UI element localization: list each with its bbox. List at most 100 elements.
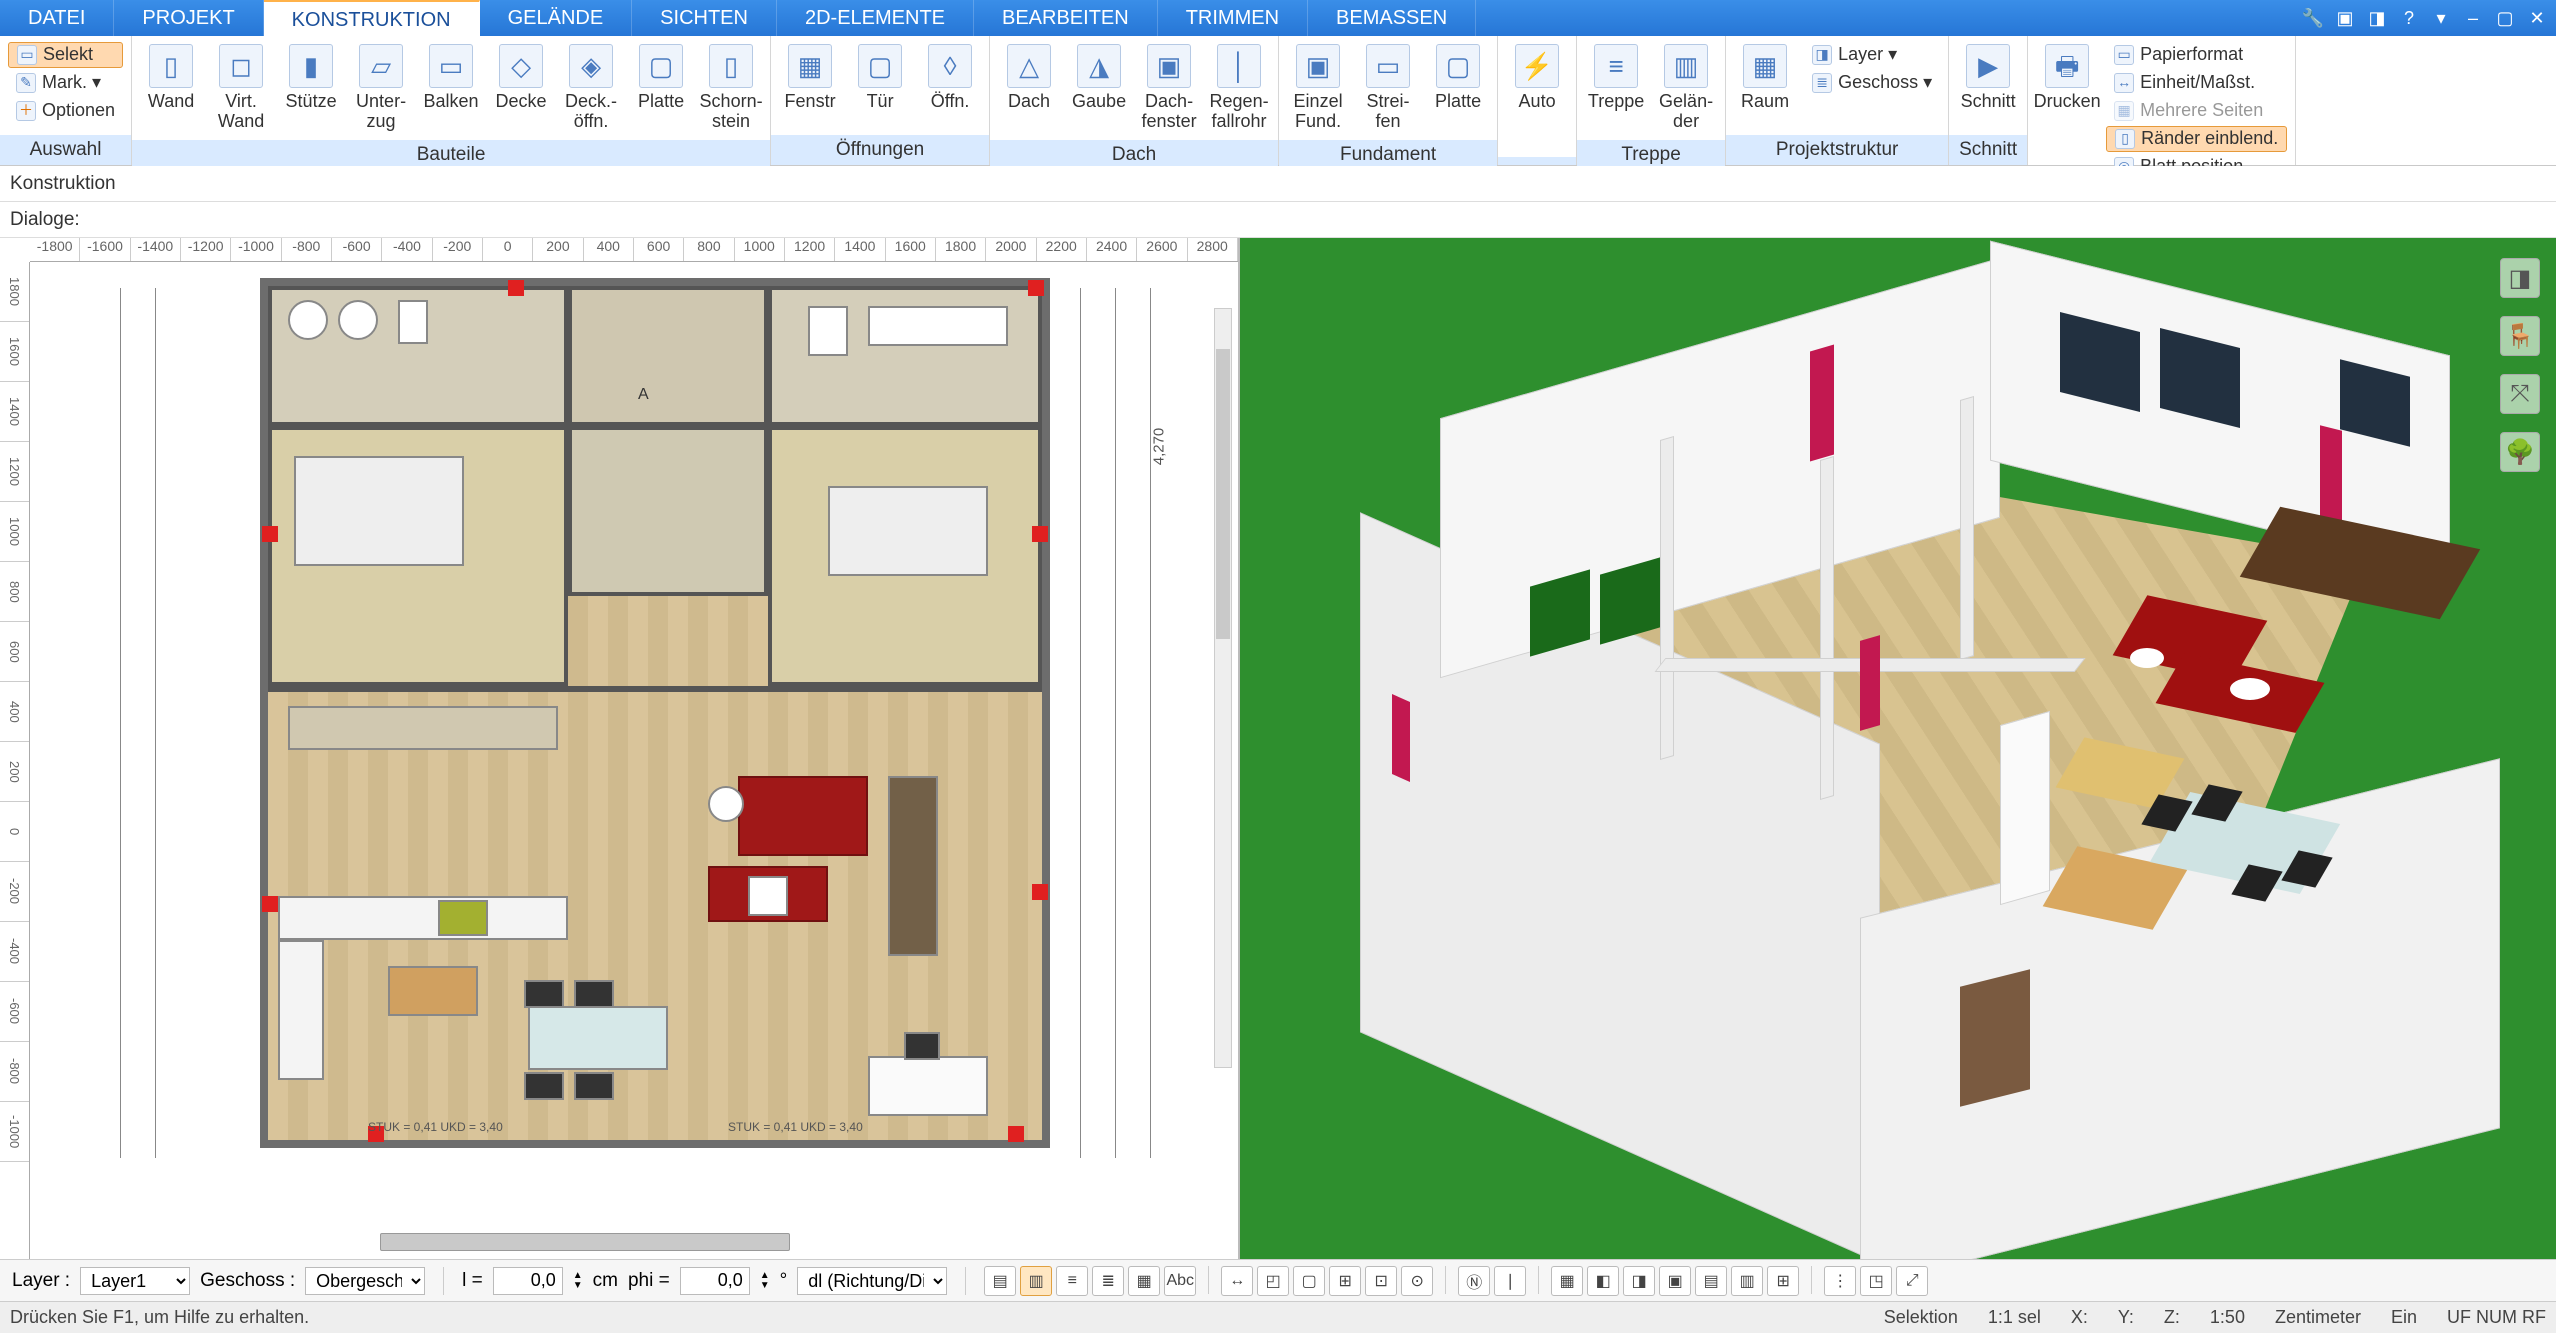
ribbon-einheit[interactable]: ↔Einheit/Maßst.: [2106, 70, 2287, 96]
wardrobe: [288, 706, 558, 750]
ribbon-options[interactable]: ＋Optionen: [8, 98, 123, 124]
room-closet: [568, 426, 768, 596]
scrollbar-vertical[interactable]: [1214, 308, 1232, 1068]
tab-trimmen[interactable]: TRIMMEN: [1158, 0, 1308, 36]
toolbar-icon-4[interactable]: ▦: [1128, 1266, 1160, 1296]
ribbon-papierformat[interactable]: ▭Papierformat: [2106, 42, 2287, 68]
toolbar-icon-2[interactable]: ≡: [1056, 1266, 1088, 1296]
toolbar-icon-10[interactable]: ⊡: [1365, 1266, 1397, 1296]
toolbar-icon-22[interactable]: ◳: [1860, 1266, 1892, 1296]
toolbar-icon-12[interactable]: Ⓝ: [1458, 1266, 1490, 1296]
toolbar-icon-21[interactable]: ⋮: [1824, 1266, 1856, 1296]
tool-icon[interactable]: 🔧: [2300, 5, 2326, 31]
cascade-icon[interactable]: ◨: [2364, 5, 2390, 31]
door: [1960, 969, 2030, 1106]
sink-icon: [338, 300, 378, 340]
tab-sichten[interactable]: SICHTEN: [632, 0, 777, 36]
chair: [574, 980, 614, 1008]
dropdown-icon[interactable]: ▾: [2428, 5, 2454, 31]
ribbon-dach[interactable]: △Dach: [996, 40, 1062, 116]
geschoss-select[interactable]: Obergesche: [305, 1267, 425, 1295]
ribbon-mark[interactable]: ✎Mark. ▾: [8, 70, 123, 96]
tab-bearbeiten[interactable]: BEARBEITEN: [974, 0, 1158, 36]
toolbar-icon-5[interactable]: Abc: [1164, 1266, 1196, 1296]
toolbar-icon-7[interactable]: ◰: [1257, 1266, 1289, 1296]
minimize-icon[interactable]: –: [2460, 5, 2486, 31]
ribbon-layer-dd[interactable]: ◨Layer ▾: [1804, 42, 1940, 68]
status-sel: 1:1 sel: [1988, 1307, 2041, 1328]
ribbon-tuer[interactable]: ▢Tür: [847, 40, 913, 116]
orbit-icon[interactable]: ⤧: [2500, 374, 2540, 414]
layer-select[interactable]: Layer1: [80, 1267, 190, 1295]
phi-input[interactable]: [680, 1267, 750, 1295]
furniture-icon[interactable]: 🪑: [2500, 316, 2540, 356]
toolbar-icon-18[interactable]: ▤: [1695, 1266, 1727, 1296]
help-icon[interactable]: ?: [2396, 5, 2422, 31]
tree-icon[interactable]: 🌳: [2500, 432, 2540, 472]
tab-2delemente[interactable]: 2D-ELEMENTE: [777, 0, 974, 36]
toolbar-icon-15[interactable]: ◧: [1587, 1266, 1619, 1296]
ribbon-gaube[interactable]: ◮Gaube: [1066, 40, 1132, 116]
close-icon[interactable]: ✕: [2524, 5, 2550, 31]
tab-bemassen[interactable]: BEMASSEN: [1308, 0, 1476, 36]
tab-konstruktion[interactable]: KONSTRUKTION: [264, 0, 480, 36]
dimension-line: [155, 288, 185, 1158]
ribbon-gelaender[interactable]: ▥Gelän-der: [1653, 40, 1719, 136]
window-icon[interactable]: ▣: [2332, 5, 2358, 31]
toolbar-icon-23[interactable]: ⤢: [1896, 1266, 1928, 1296]
ribbon-geschoss-dd[interactable]: ≣Geschoss ▾: [1804, 70, 1940, 96]
toolbar-icon-17[interactable]: ▣: [1659, 1266, 1691, 1296]
toolbar-icon-11[interactable]: ⊙: [1401, 1266, 1433, 1296]
maximize-icon[interactable]: ▢: [2492, 5, 2518, 31]
toolbar-icon-9[interactable]: ⊞: [1329, 1266, 1361, 1296]
ribbon-balken[interactable]: ▭Balken: [418, 40, 484, 116]
ribbon-einzelfund[interactable]: ▣EinzelFund.: [1285, 40, 1351, 136]
view-3d[interactable]: ◨ 🪑 ⤧ 🌳: [1240, 238, 2556, 1259]
layers-icon[interactable]: ◨: [2500, 258, 2540, 298]
ribbon-platte[interactable]: ▢Platte: [628, 40, 694, 116]
ribbon-select[interactable]: ▭Selekt: [8, 42, 123, 68]
ribbon-stuetze[interactable]: ▮Stütze: [278, 40, 344, 116]
ribbon-raum[interactable]: ▦Raum: [1732, 40, 1798, 116]
length-input[interactable]: [493, 1267, 563, 1295]
direction-select[interactable]: dl (Richtung/Di: [797, 1267, 947, 1295]
chair: [574, 1072, 614, 1100]
ribbon-dachfenster[interactable]: ▣Dach-fenster: [1136, 40, 1202, 136]
ribbon-platte2[interactable]: ▢Platte: [1425, 40, 1491, 116]
ribbon-regenfallrohr[interactable]: │Regen-fallrohr: [1206, 40, 1272, 136]
ribbon-wand[interactable]: ▯Wand: [138, 40, 204, 116]
ribbon-auto[interactable]: ⚡Auto: [1504, 40, 1570, 116]
ribbon-treppe[interactable]: ≡Treppe: [1583, 40, 1649, 116]
ribbon-schornstein[interactable]: ▯Schorn-stein: [698, 40, 764, 136]
ribbon-oeffn[interactable]: ◊Öffn.: [917, 40, 983, 116]
status-ein: Ein: [2391, 1307, 2417, 1328]
floor-plan[interactable]: STUK = 0,41 UKD = 3,40 STUK = 0,41 UKD =…: [260, 278, 1050, 1148]
scrollbar-horizontal[interactable]: [380, 1233, 790, 1251]
tab-projekt[interactable]: PROJEKT: [114, 0, 263, 36]
toolbar-icon-6[interactable]: ↔: [1221, 1266, 1253, 1296]
ribbon-decke[interactable]: ◇Decke: [488, 40, 554, 116]
ribbon-virt-wand[interactable]: ◻Virt.Wand: [208, 40, 274, 136]
toolbar-icon-0[interactable]: ▤: [984, 1266, 1016, 1296]
ribbon-raender[interactable]: ▯Ränder einblend.: [2106, 126, 2287, 152]
toolbar-icon-14[interactable]: ▦: [1551, 1266, 1583, 1296]
ribbon-fenster[interactable]: ▦Fenstr: [777, 40, 843, 116]
ribbon-drucken[interactable]: 🖶Drucken: [2034, 40, 2100, 116]
toolbar-icon-1[interactable]: ▥: [1020, 1266, 1052, 1296]
toolbar-icon-16[interactable]: ◨: [1623, 1266, 1655, 1296]
toolbar-icon-19[interactable]: ▥: [1731, 1266, 1763, 1296]
mark-icon: [262, 526, 278, 542]
tab-gelaende[interactable]: GELÄNDE: [480, 0, 633, 36]
toolbar-icon-8[interactable]: ▢: [1293, 1266, 1325, 1296]
tab-datei[interactable]: DATEI: [0, 0, 114, 36]
toolbar-icon-20[interactable]: ⊞: [1767, 1266, 1799, 1296]
ribbon-deckoeffn[interactable]: ◈Deck.-öffn.: [558, 40, 624, 136]
toolbar-icon-13[interactable]: ❘: [1494, 1266, 1526, 1296]
ribbon-mehrere[interactable]: ▦Mehrere Seiten: [2106, 98, 2287, 124]
ribbon-streifen[interactable]: ▭Strei-fen: [1355, 40, 1421, 136]
workspace: -1800-1600-1400-1200-1000-800-600-400-20…: [0, 238, 2556, 1259]
toolbar-icon-3[interactable]: ≣: [1092, 1266, 1124, 1296]
view-2d[interactable]: -1800-1600-1400-1200-1000-800-600-400-20…: [0, 238, 1240, 1259]
ribbon-unterzug[interactable]: ▱Unter-zug: [348, 40, 414, 136]
ribbon-schnitt[interactable]: ▶Schnitt: [1955, 40, 2021, 116]
